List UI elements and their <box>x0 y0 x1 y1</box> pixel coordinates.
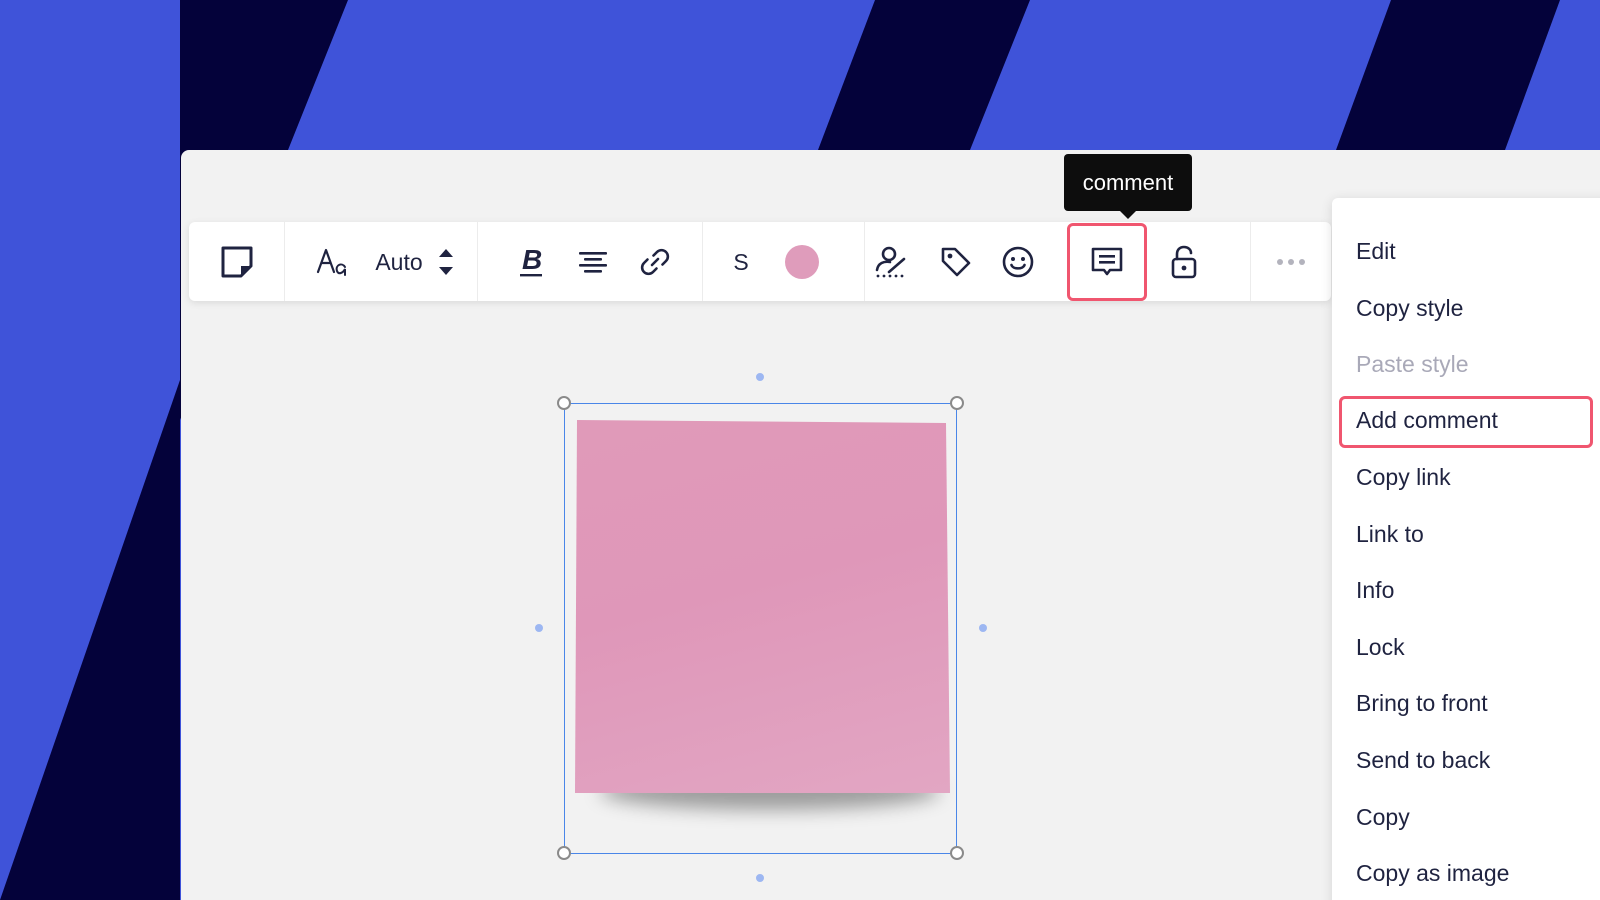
menu-item-lock[interactable]: Lock <box>1356 634 1405 661</box>
connector-dot-top[interactable] <box>756 373 764 381</box>
connector-dot-bottom[interactable] <box>756 874 764 882</box>
color-swatch <box>785 245 819 279</box>
resize-handle-top-right[interactable] <box>950 396 964 410</box>
menu-item-copy-as-image[interactable]: Copy as image <box>1356 860 1509 887</box>
context-toolbar: Auto B S <box>189 222 1331 301</box>
sticky-note-icon <box>221 246 253 278</box>
menu-item-link-to[interactable]: Link to <box>1356 521 1424 548</box>
align-center-icon <box>579 252 607 273</box>
link-icon <box>640 248 670 276</box>
more-dots-icon <box>1277 259 1305 265</box>
menu-item-paste-style: Paste style <box>1356 351 1469 377</box>
reaction-button[interactable] <box>997 240 1039 284</box>
toolbar-divider <box>284 222 285 301</box>
resize-handle-bottom-right[interactable] <box>950 846 964 860</box>
lock-button[interactable] <box>1163 240 1205 284</box>
color-picker-button[interactable] <box>779 240 825 284</box>
connector-dot-right[interactable] <box>979 624 987 632</box>
connector-dot-left[interactable] <box>535 624 543 632</box>
comment-tooltip: comment <box>1064 154 1192 211</box>
comment-icon <box>1091 247 1123 276</box>
bold-button[interactable]: B <box>511 240 551 284</box>
font-size-stepper[interactable] <box>431 240 461 284</box>
resize-handle-top-left[interactable] <box>557 396 571 410</box>
toolbar-divider <box>477 222 478 301</box>
font-style-button[interactable] <box>313 240 353 284</box>
tag-button[interactable] <box>935 240 977 284</box>
sticky-note-type-button[interactable] <box>211 240 263 284</box>
user-assign-icon <box>875 246 906 278</box>
menu-item-copy-style[interactable]: Copy style <box>1356 295 1463 322</box>
tooltip-arrow <box>1119 210 1137 219</box>
shape-size-button[interactable]: S <box>725 240 757 284</box>
selection-frame <box>564 403 957 854</box>
link-button[interactable] <box>635 240 675 284</box>
screen: Auto B S comment Edit Copy style Paste s… <box>0 0 1600 900</box>
more-options-button[interactable] <box>1269 240 1313 284</box>
context-menu: Edit Copy style Paste style Add comment … <box>1332 198 1600 900</box>
toolbar-divider <box>702 222 703 301</box>
font-size-value[interactable]: Auto <box>371 240 427 284</box>
unlock-icon <box>1171 245 1197 279</box>
resize-handle-bottom-left[interactable] <box>557 846 571 860</box>
menu-item-info[interactable]: Info <box>1356 577 1394 604</box>
tag-icon <box>941 247 971 277</box>
font-style-icon <box>316 248 346 276</box>
svg-text:B: B <box>522 245 542 275</box>
smiley-icon <box>1002 246 1034 278</box>
text-align-button[interactable] <box>573 240 613 284</box>
toolbar-divider <box>1250 222 1251 301</box>
menu-item-edit[interactable]: Edit <box>1356 238 1396 265</box>
assign-button[interactable] <box>871 240 913 284</box>
menu-item-send-to-back[interactable]: Send to back <box>1356 747 1490 774</box>
up-down-arrows-icon <box>439 249 453 275</box>
comment-button[interactable] <box>1067 223 1147 301</box>
add-comment-highlight <box>1339 396 1593 448</box>
bold-icon: B <box>520 245 542 277</box>
menu-item-copy[interactable]: Copy <box>1356 804 1410 831</box>
menu-item-copy-link[interactable]: Copy link <box>1356 464 1451 491</box>
toolbar-divider <box>864 222 865 301</box>
menu-item-bring-to-front[interactable]: Bring to front <box>1356 690 1488 717</box>
